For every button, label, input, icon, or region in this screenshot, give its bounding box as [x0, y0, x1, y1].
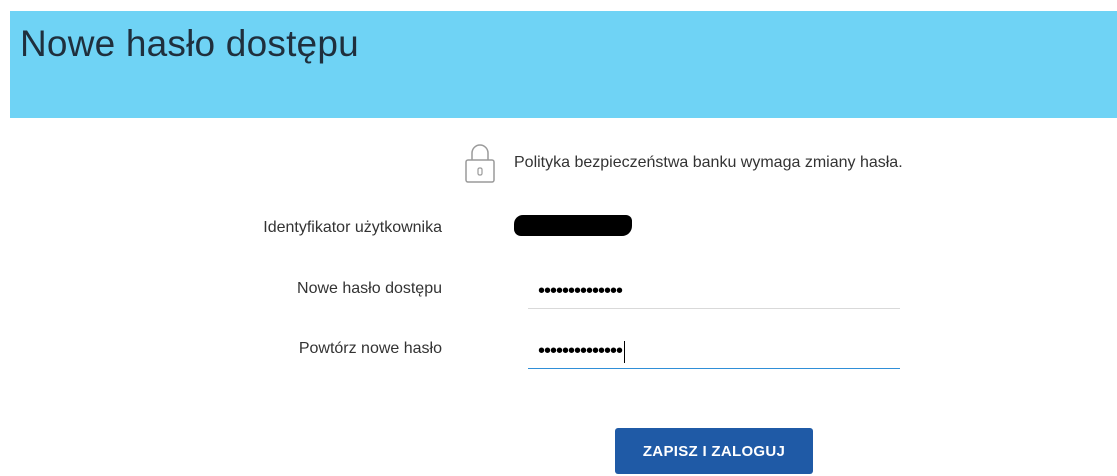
text-caret: [624, 340, 626, 363]
repeat-password-label: Powtórz nowe hasło: [298, 340, 442, 357]
page-header: Nowe hasło dostępu: [10, 11, 1117, 118]
user-id-value-redacted: [514, 215, 632, 236]
security-notice-text: Polityka bezpieczeństwa banku wymaga zmi…: [514, 154, 903, 171]
security-notice: Polityka bezpieczeństwa banku wymaga zmi…: [464, 142, 903, 184]
repeat-password-value-wrap: ••••••••••••••: [538, 340, 626, 363]
page-title: Nowe hasło dostępu: [20, 23, 359, 64]
repeat-password-input[interactable]: ••••••••••••••: [528, 338, 900, 369]
new-password-value: ••••••••••••••: [538, 280, 623, 302]
save-and-login-button[interactable]: ZAPISZ I ZALOGUJ: [615, 428, 813, 474]
lock-icon: [465, 144, 495, 183]
repeat-password-value: ••••••••••••••: [538, 340, 623, 362]
user-id-label: Identyfikator użytkownika: [263, 219, 442, 236]
password-change-page: Nowe hasło dostępu Polityka bezpieczeńst…: [0, 0, 1117, 476]
new-password-label: Nowe hasło dostępu: [297, 280, 442, 297]
new-password-input[interactable]: ••••••••••••••: [528, 278, 900, 309]
